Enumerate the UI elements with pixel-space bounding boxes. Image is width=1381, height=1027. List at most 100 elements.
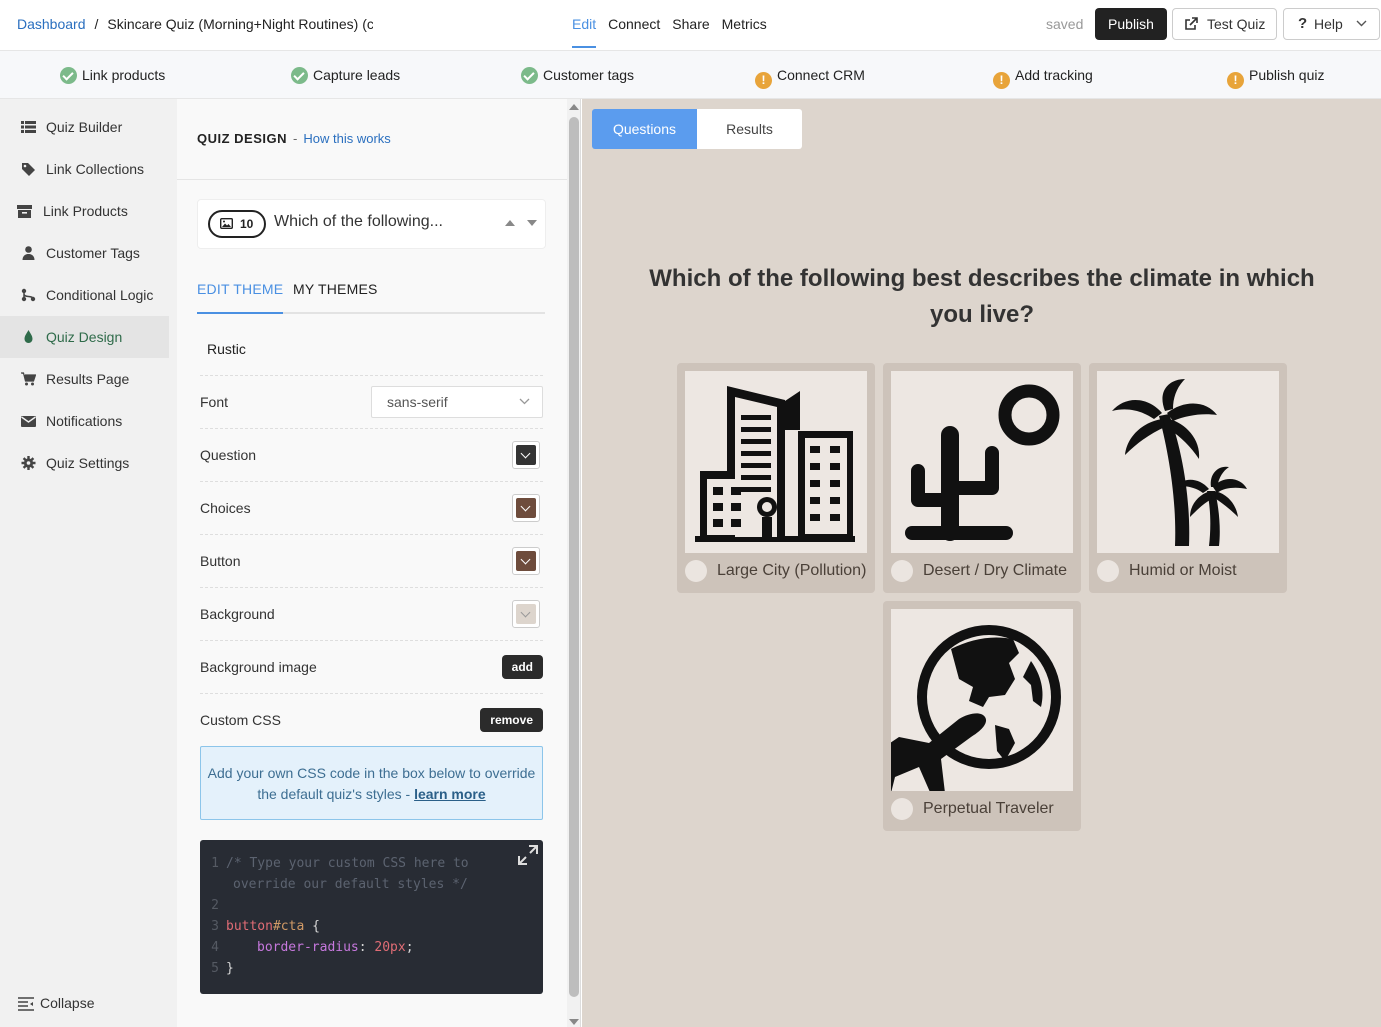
- tab-questions[interactable]: Questions: [592, 109, 697, 149]
- learn-more-link[interactable]: learn more: [414, 786, 486, 802]
- sidebar-item-customer-tags[interactable]: Customer Tags: [0, 232, 169, 274]
- setup-checklist: Link products Capture leads Customer tag…: [0, 50, 1381, 99]
- checklist-item-customer-tags[interactable]: Customer tags: [521, 67, 634, 84]
- code-line: 5}: [211, 961, 234, 976]
- help-button[interactable]: ? Help: [1283, 8, 1380, 40]
- warning-icon: !: [755, 72, 772, 89]
- collapse-label: Collapse: [40, 995, 95, 1011]
- quiz-title: Skincare Quiz (Morning+Night Routines) (…: [107, 16, 374, 32]
- button-color-swatch[interactable]: [512, 547, 540, 575]
- checklist-item-publish-quiz[interactable]: ! Publish quiz: [1227, 67, 1325, 89]
- tab-edit[interactable]: Edit: [572, 0, 597, 50]
- breadcrumb: Dashboard / Skincare Quiz (Morning+Night R…: [17, 16, 373, 32]
- font-label: Font: [200, 394, 229, 410]
- tab-metrics[interactable]: Metrics: [722, 0, 767, 50]
- checklist-item-connect-crm[interactable]: ! Connect CRM: [755, 67, 865, 89]
- publish-button[interactable]: Publish: [1095, 8, 1167, 40]
- add-background-image-button[interactable]: add: [501, 655, 543, 679]
- choice-label: Large City (Pollution): [717, 562, 867, 579]
- theme-name[interactable]: Rustic: [207, 341, 246, 357]
- test-quiz-button[interactable]: Test Quiz: [1172, 8, 1277, 40]
- choice-card-traveler[interactable]: Perpetual Traveler: [871, 601, 1081, 831]
- preview-tabs: Questions Results: [592, 109, 802, 149]
- button-color-row: Button: [200, 535, 543, 588]
- top-bar: Dashboard / Skincare Quiz (Morning+Night R…: [0, 0, 1381, 50]
- code-line: 4 border-radius: 20px;: [211, 940, 414, 955]
- background-color-swatch[interactable]: [512, 600, 540, 628]
- choice-radio[interactable]: [1097, 560, 1119, 582]
- sort-arrows-icon[interactable]: [505, 219, 537, 227]
- choice-radio[interactable]: [891, 798, 913, 820]
- checklist-item-capture-leads[interactable]: Capture leads: [291, 67, 400, 84]
- collapse-button[interactable]: Collapse: [18, 995, 94, 1011]
- tab-my-themes[interactable]: MY THEMES: [293, 281, 378, 297]
- title-dash: -: [293, 131, 298, 146]
- tab-connect[interactable]: Connect: [608, 0, 660, 50]
- choices-color-swatch[interactable]: [512, 494, 540, 522]
- choice-image: [685, 371, 867, 553]
- checklist-label: Capture leads: [313, 67, 401, 83]
- checklist-label: Customer tags: [543, 67, 635, 83]
- tab-share[interactable]: Share: [672, 0, 709, 50]
- question-color-label: Question: [200, 447, 257, 463]
- choice-card-large-city[interactable]: Large City (Pollution): [677, 363, 875, 593]
- check-circle-icon: [60, 67, 77, 84]
- code-line: override our default styles */: [233, 877, 468, 892]
- expand-icon[interactable]: [517, 844, 539, 866]
- image-icon: [220, 218, 233, 229]
- background-color-label: Background: [200, 606, 275, 622]
- color-fill: [516, 604, 536, 624]
- sidebar-item-link-products[interactable]: Link Products: [0, 190, 169, 232]
- question-number-badge: 10: [208, 210, 266, 238]
- checklist-item-add-tracking[interactable]: ! Add tracking: [993, 67, 1093, 89]
- checklist-item-link-products[interactable]: Link products: [60, 67, 165, 84]
- cactus-icon: [905, 384, 1060, 541]
- scroll-down-arrow[interactable]: [569, 1019, 579, 1025]
- question-selector[interactable]: 10 Which of the following...: [197, 199, 546, 249]
- scroll-up-arrow[interactable]: [569, 104, 579, 110]
- breadcrumb-separator: /: [94, 16, 99, 32]
- divider: [177, 179, 567, 180]
- color-fill: [516, 551, 536, 571]
- breadcrumb-dashboard-link[interactable]: Dashboard: [17, 16, 86, 32]
- sidebar-item-label: Conditional Logic: [46, 287, 154, 303]
- custom-css-row: Custom CSS remove: [200, 694, 543, 747]
- remove-custom-css-button[interactable]: remove: [480, 708, 543, 732]
- sidebar-item-notifications[interactable]: Notifications: [0, 400, 169, 442]
- choice-label: Humid or Moist: [1129, 562, 1237, 579]
- scroll-thumb[interactable]: [569, 117, 579, 997]
- color-fill: [516, 445, 536, 465]
- sidebar-item-results-page[interactable]: Results Page: [0, 358, 169, 400]
- question-color-swatch[interactable]: [512, 441, 540, 469]
- top-nav: Edit Connect Share Metrics: [572, 0, 767, 50]
- tag-icon: [22, 163, 35, 176]
- gear-icon: [21, 456, 36, 470]
- choice-radio[interactable]: [891, 560, 913, 582]
- tab-results[interactable]: Results: [697, 109, 802, 149]
- tab-edit-theme[interactable]: EDIT THEME: [197, 281, 284, 314]
- test-quiz-label: Test Quiz: [1207, 16, 1266, 32]
- choice-card-humid[interactable]: Humid or Moist: [1089, 363, 1287, 593]
- sidebar-item-label: Link Collections: [46, 161, 145, 177]
- panel-scrollbar[interactable]: [567, 99, 581, 1027]
- sidebar-item-link-collections[interactable]: Link Collections: [0, 148, 169, 190]
- font-select[interactable]: sans-serif: [371, 386, 543, 418]
- save-status: saved: [1046, 16, 1084, 32]
- custom-css-label: Custom CSS: [200, 712, 281, 728]
- sidebar-item-quiz-builder[interactable]: Quiz Builder: [0, 106, 169, 148]
- question-select-text: Which of the following...: [274, 213, 443, 230]
- choice-label: Desert / Dry Climate: [923, 562, 1068, 579]
- sidebar-item-conditional-logic[interactable]: Conditional Logic: [0, 274, 169, 316]
- choice-image: [871, 609, 1073, 799]
- how-this-works-link[interactable]: How this works: [303, 131, 390, 146]
- droplet-icon: [24, 330, 33, 343]
- choice-radio[interactable]: [685, 560, 707, 582]
- choice-card-desert[interactable]: Desert / Dry Climate: [883, 363, 1081, 593]
- sidebar-item-quiz-design[interactable]: Quiz Design: [0, 316, 169, 358]
- sidebar-item-quiz-settings[interactable]: Quiz Settings: [0, 442, 169, 484]
- css-code-editor[interactable]: 1/* Type your custom CSS here to overrid…: [200, 840, 543, 994]
- sidebar-item-label: Notifications: [46, 413, 123, 429]
- globe-plane-icon: [871, 625, 1061, 799]
- sidebar-item-label: Link Products: [43, 203, 128, 219]
- user-icon: [22, 246, 35, 260]
